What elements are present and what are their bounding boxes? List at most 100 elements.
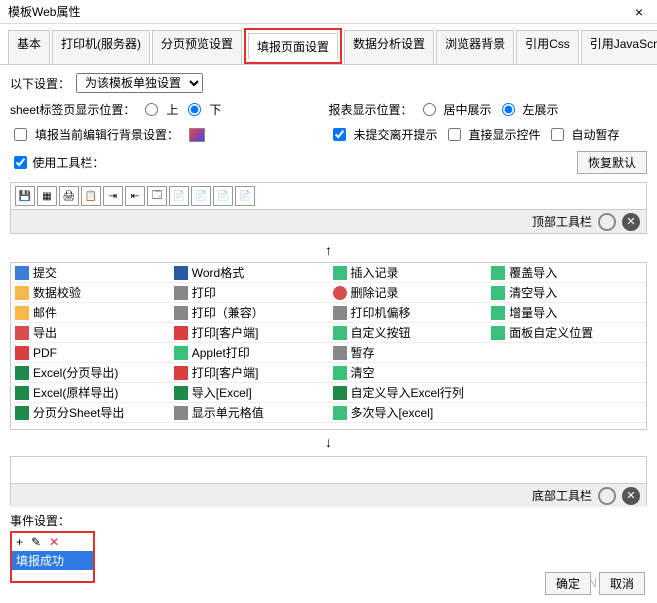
grid-item[interactable]: 删除记录 bbox=[329, 283, 488, 303]
toolbar-icon-7[interactable]: 📄 bbox=[169, 186, 189, 206]
unsubmit-check[interactable] bbox=[333, 128, 346, 141]
item-icon bbox=[333, 406, 347, 420]
item-label: Excel(分页导出) bbox=[33, 364, 118, 381]
sheet-up-radio[interactable] bbox=[145, 103, 158, 116]
bg-setting-check[interactable] bbox=[14, 128, 27, 141]
bottom-toolbar-box: 底部工具栏 ✕ bbox=[10, 456, 647, 506]
sheet-down-radio[interactable] bbox=[188, 103, 201, 116]
event-add-icon[interactable]: + bbox=[16, 535, 23, 549]
item-label: 数据校验 bbox=[33, 284, 81, 301]
toolbar-icon-2[interactable]: 🖨 bbox=[59, 186, 79, 206]
item-label: PDF bbox=[33, 346, 57, 360]
grid-item[interactable]: 清空 bbox=[329, 363, 488, 383]
tab-bar: 基本 打印机(服务器) 分页预览设置 填报页面设置 数据分析设置 浏览器背景 引… bbox=[0, 24, 657, 65]
gear-icon[interactable] bbox=[598, 213, 616, 231]
grid-item[interactable]: 邮件 bbox=[11, 303, 170, 323]
grid-item[interactable]: Applet打印 bbox=[170, 343, 329, 363]
grid-item[interactable]: Excel(原样导出) bbox=[11, 383, 170, 403]
grid-item[interactable]: 打印[客户端] bbox=[170, 363, 329, 383]
grid-item[interactable]: 自定义导入Excel行列 bbox=[329, 383, 488, 403]
item-icon bbox=[491, 286, 505, 300]
toolbar-close-icon[interactable]: ✕ bbox=[622, 213, 640, 231]
mode-select[interactable]: 为该模板单独设置 bbox=[76, 73, 203, 93]
toolbar-icon-3[interactable]: 📋 bbox=[81, 186, 101, 206]
item-icon bbox=[333, 326, 347, 340]
item-icon bbox=[174, 326, 188, 340]
item-label: 面板自定义位置 bbox=[509, 324, 593, 341]
grid-item[interactable]: 数据校验 bbox=[11, 283, 170, 303]
grid-item[interactable]: 插入记录 bbox=[329, 263, 488, 283]
toolbar-icon-8[interactable]: 📄 bbox=[191, 186, 211, 206]
item-label: 打印（兼容） bbox=[192, 304, 264, 321]
close-icon[interactable]: × bbox=[629, 2, 649, 22]
events-label: 事件设置： bbox=[10, 514, 70, 528]
grid-item[interactable]: 增量导入 bbox=[487, 303, 646, 323]
left-show-radio[interactable] bbox=[502, 103, 515, 116]
tab-data-analysis[interactable]: 数据分析设置 bbox=[344, 30, 434, 64]
grid-item[interactable]: 导出 bbox=[11, 323, 170, 343]
item-label: 覆盖导入 bbox=[509, 264, 557, 281]
grid-item[interactable]: 打印 bbox=[170, 283, 329, 303]
grid-item bbox=[487, 403, 646, 423]
tab-browser-bg[interactable]: 浏览器背景 bbox=[436, 30, 514, 64]
grid-item[interactable]: 提交 bbox=[11, 263, 170, 283]
center-show-radio[interactable] bbox=[423, 103, 436, 116]
toolbar-icon-10[interactable]: 📄 bbox=[235, 186, 255, 206]
item-icon bbox=[333, 266, 347, 280]
ok-button[interactable]: 确定 bbox=[545, 572, 591, 595]
toolbar-icon-0[interactable]: 💾 bbox=[15, 186, 35, 206]
item-icon bbox=[174, 306, 188, 320]
tab-css[interactable]: 引用Css bbox=[516, 30, 579, 64]
tab-js[interactable]: 引用JavaScript bbox=[581, 30, 657, 64]
grid-item[interactable]: Excel(分页导出) bbox=[11, 363, 170, 383]
item-label: 暂存 bbox=[351, 344, 375, 361]
item-label: 提交 bbox=[33, 264, 57, 281]
tab-page-preview[interactable]: 分页预览设置 bbox=[152, 30, 242, 64]
grid-item[interactable]: 分页分Sheet导出 bbox=[11, 403, 170, 423]
grid-item[interactable]: 导入[Excel] bbox=[170, 383, 329, 403]
tab-highlight: 填报页面设置 bbox=[244, 28, 342, 64]
grid-item[interactable]: 暂存 bbox=[329, 343, 488, 363]
item-label: 打印[客户端] bbox=[192, 364, 259, 381]
available-items-grid: 提交 Word格式插入记录 覆盖导入数据校验 打印 删除记录 清空导入邮件 打印（兼容） 打印… bbox=[10, 262, 647, 430]
item-icon bbox=[15, 346, 29, 360]
grid-item[interactable]: 覆盖导入 bbox=[487, 263, 646, 283]
item-label: 邮件 bbox=[33, 304, 57, 321]
paint-icon[interactable] bbox=[189, 128, 205, 142]
item-icon bbox=[174, 406, 188, 420]
item-label: 删除记录 bbox=[351, 284, 399, 301]
restore-default-button[interactable]: 恢复默认 bbox=[577, 151, 647, 174]
toolbar-icon-5[interactable]: ⇤ bbox=[125, 186, 145, 206]
grid-item[interactable]: 清空导入 bbox=[487, 283, 646, 303]
auto-pause-check[interactable] bbox=[551, 128, 564, 141]
grid-item bbox=[487, 363, 646, 383]
tab-basic[interactable]: 基本 bbox=[8, 30, 50, 64]
grid-item[interactable]: PDF bbox=[11, 343, 170, 363]
toolbar-icon-6[interactable]: 🗔 bbox=[147, 186, 167, 206]
gear-icon-2[interactable] bbox=[598, 487, 616, 505]
event-edit-icon[interactable]: ✎ bbox=[31, 535, 41, 549]
direct-show-check[interactable] bbox=[448, 128, 461, 141]
grid-item[interactable]: 面板自定义位置 bbox=[487, 323, 646, 343]
grid-item[interactable]: 打印[客户端] bbox=[170, 323, 329, 343]
item-icon bbox=[333, 366, 347, 380]
toolbar-icon-4[interactable]: ⇥ bbox=[103, 186, 123, 206]
item-label: 清空导入 bbox=[509, 284, 557, 301]
event-delete-icon[interactable]: ✕ bbox=[49, 535, 59, 549]
toolbar-close-icon-2[interactable]: ✕ bbox=[622, 487, 640, 505]
toolbar-icon-1[interactable]: ▦ bbox=[37, 186, 57, 206]
cancel-button[interactable]: 取消 bbox=[599, 572, 645, 595]
toolbar-icon-9[interactable]: 📄 bbox=[213, 186, 233, 206]
event-selected-item[interactable]: 填报成功 bbox=[12, 551, 93, 570]
grid-item[interactable]: 多次导入[excel] bbox=[329, 403, 488, 423]
tab-fill-page[interactable]: 填报页面设置 bbox=[248, 33, 338, 59]
tab-printer[interactable]: 打印机(服务器) bbox=[52, 30, 150, 64]
use-toolbar-check[interactable] bbox=[14, 156, 27, 169]
item-label: 导出 bbox=[33, 324, 57, 341]
grid-item[interactable]: Word格式 bbox=[170, 263, 329, 283]
grid-item[interactable]: 打印（兼容） bbox=[170, 303, 329, 323]
grid-item[interactable]: 打印机偏移 bbox=[329, 303, 488, 323]
grid-item[interactable]: 显示单元格值 bbox=[170, 403, 329, 423]
events-box: + ✎ ✕ 填报成功 bbox=[10, 531, 95, 583]
grid-item[interactable]: 自定义按钮 bbox=[329, 323, 488, 343]
